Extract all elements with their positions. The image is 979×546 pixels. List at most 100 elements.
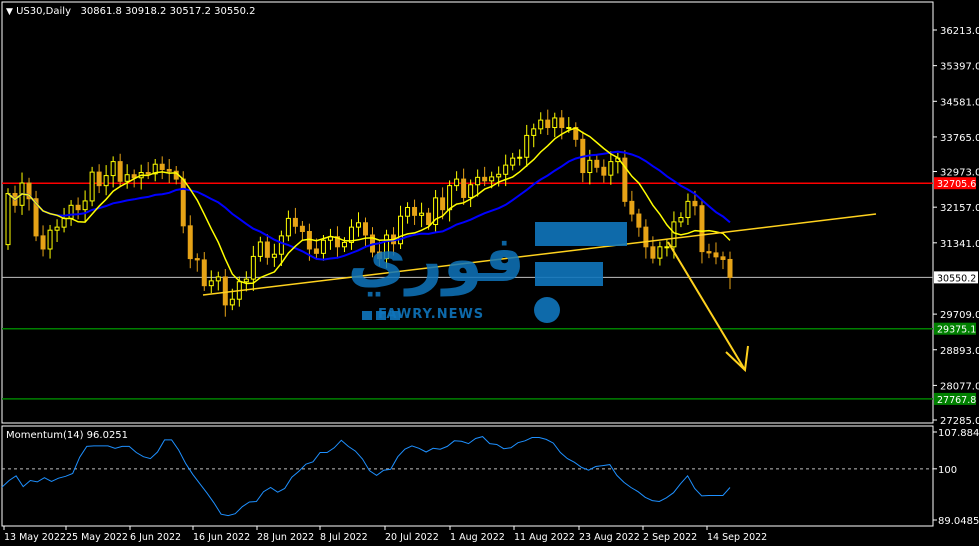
candle-body <box>475 176 481 186</box>
candle-body <box>208 280 214 287</box>
candle-body <box>461 178 467 198</box>
candle-body <box>222 276 228 306</box>
candle-body <box>54 226 60 231</box>
price-axis-label: 28893.0 <box>940 346 979 357</box>
price-axis-label: 27285.0 <box>940 416 979 427</box>
candle-body <box>510 157 516 166</box>
price-axis-label: 36213.0 <box>940 26 979 37</box>
candle-body <box>187 225 193 260</box>
candle-body <box>194 258 200 261</box>
candle-body <box>201 259 207 287</box>
momentum-axis-label: 100 <box>938 465 957 476</box>
momentum-label: Momentum(14) 96.0251 <box>6 430 129 441</box>
projection-arrow <box>667 241 746 371</box>
candle-body <box>96 171 102 187</box>
level-price-tag-label: 32705.6 <box>937 179 976 190</box>
candle-body <box>692 200 698 207</box>
candle-body <box>678 217 684 223</box>
candle-body <box>489 176 495 182</box>
price-axis-label: 32157.0 <box>940 203 979 214</box>
candle-body <box>608 161 614 176</box>
candle-body <box>257 241 263 257</box>
time-axis-label: 25 May 2022 <box>66 532 128 543</box>
candle-body <box>180 178 186 227</box>
candle-body <box>145 172 151 175</box>
candle-body <box>713 252 719 258</box>
time-axis-label: 14 Sep 2022 <box>707 532 767 543</box>
price-axis-label: 35397.0 <box>940 62 979 73</box>
time-axis-label: 28 Jun 2022 <box>257 532 314 543</box>
candle-body <box>447 185 453 211</box>
chart-header: ▼ US30,Daily 30861.8 30918.2 30517.2 305… <box>6 6 255 17</box>
time-axis-label: 2 Sep 2022 <box>643 532 697 543</box>
level-price-tag-label: 29375.1 <box>937 325 976 336</box>
menu-triangle-icon[interactable]: ▼ <box>6 7 13 17</box>
candle-body <box>166 168 172 172</box>
candle-body <box>47 229 53 250</box>
candle-body <box>720 256 726 260</box>
candle-body <box>454 178 460 187</box>
level-price-tag-label: 27767.8 <box>937 395 976 406</box>
candle-body <box>61 217 67 228</box>
current-price-tag-label: 30550.2 <box>937 273 976 284</box>
candle-body <box>243 278 249 283</box>
time-axis-label: 8 Jul 2022 <box>320 532 368 543</box>
candle-body <box>110 161 116 177</box>
time-axis-label: 1 Aug 2022 <box>450 532 505 543</box>
candle-body <box>517 156 523 159</box>
candle-body <box>503 164 509 175</box>
candle-body <box>538 119 544 130</box>
momentum-axis-label: 89.0485 <box>938 516 979 527</box>
candle-body <box>685 200 691 219</box>
candle-body <box>587 159 593 174</box>
candle-body <box>299 225 305 233</box>
candle-body <box>103 175 109 187</box>
candle-body <box>341 241 347 248</box>
candle-body <box>699 205 705 253</box>
candle-body <box>531 128 537 136</box>
watermark-logo: فوري FAWRY.NEWS <box>347 215 620 330</box>
momentum-line <box>1 436 731 517</box>
time-axis-label: 23 Aug 2022 <box>579 532 640 543</box>
candle-body <box>482 176 488 182</box>
price-pane-frame <box>1 1 934 424</box>
candle-body <box>524 134 530 158</box>
candle-body <box>271 253 277 258</box>
candle-body <box>594 159 600 168</box>
price-axis-label: 31341.0 <box>940 239 979 250</box>
candle-body <box>671 221 677 248</box>
candle-body <box>313 248 319 254</box>
time-axis-label: 11 Aug 2022 <box>514 532 575 543</box>
candle-body <box>82 200 88 211</box>
candle-body <box>552 117 558 129</box>
candle-body <box>629 200 635 215</box>
candle-body <box>545 119 551 129</box>
watermark-arabic-text: فوري <box>347 223 525 297</box>
momentum-pane-frame <box>1 425 934 527</box>
candle-body <box>601 166 607 176</box>
symbol-title: US30,Daily <box>16 6 71 17</box>
candle-body <box>117 161 123 182</box>
time-axis-label: 16 Jun 2022 <box>193 532 250 543</box>
candle-body <box>229 298 235 306</box>
price-axis-label: 32973.0 <box>940 168 979 179</box>
candle-body <box>559 117 565 129</box>
candle-body <box>68 204 74 219</box>
candle-body <box>664 246 670 249</box>
candle-body <box>292 217 298 227</box>
candle-body <box>215 276 221 282</box>
candle-body <box>566 127 572 130</box>
candle-body <box>264 241 270 258</box>
candle-body <box>40 235 46 250</box>
candle-body <box>159 163 165 170</box>
watermark-latin-text: FAWRY.NEWS <box>378 307 485 322</box>
chart-window: 36213.0 35397.0 34581.0 33765.0 32973.0 32157… <box>0 0 979 546</box>
candle-body <box>643 226 649 248</box>
time-axis-label: 20 Jul 2022 <box>385 532 439 543</box>
candle-body <box>278 235 284 255</box>
time-axis-label: 6 Jun 2022 <box>130 532 181 543</box>
price-axis-label: 29709.0 <box>940 310 979 321</box>
price-axis-label: 28077.0 <box>940 381 979 392</box>
candle-body <box>468 184 474 198</box>
candle-body <box>650 246 656 259</box>
